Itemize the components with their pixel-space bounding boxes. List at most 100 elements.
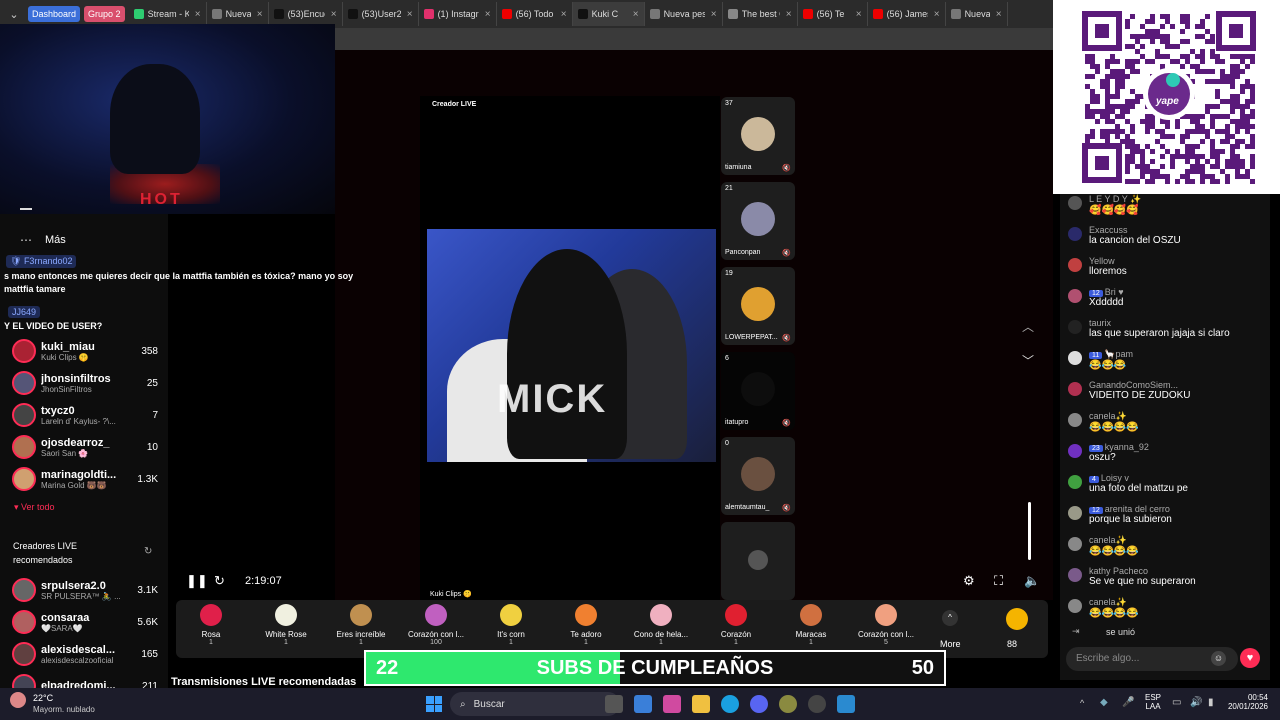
browser-tab[interactable]: Kuki C × [572,2,645,26]
gift-item[interactable]: Corazón 1 [701,604,771,646]
tab-group-grupo2[interactable]: Grupo 2 [84,6,125,22]
chat-username-line[interactable]: 11 🦙pam [1089,349,1133,360]
chat-avatar[interactable] [1068,258,1082,272]
gift-item[interactable]: It's corn 1 [476,604,546,646]
gift-item[interactable]: Maracas 1 [776,604,846,646]
chat-avatar[interactable] [1068,351,1082,365]
more-label[interactable]: Más [45,234,66,246]
more-dots-icon[interactable]: ⋯ [20,233,32,247]
guest-tile[interactable] [721,522,795,600]
browser-tab[interactable]: The best C × [723,2,798,26]
browser-tab[interactable]: Nueva pest × [207,2,269,26]
heart-icon[interactable]: ♥ [1240,648,1260,668]
chat-avatar[interactable] [1068,444,1082,458]
volume-icon[interactable]: 🔈 [1024,573,1040,589]
live-video[interactable]: MICK [427,229,716,462]
gift-item[interactable]: Eres increíble 1 [326,604,396,646]
chevron-up-icon[interactable]: ^ [942,610,958,626]
chat-avatar[interactable] [1068,382,1082,396]
chat-avatar[interactable] [1068,537,1082,551]
gift-item[interactable]: Rosa 1 [176,604,246,646]
volume-slider[interactable] [1028,502,1031,560]
browser-tab[interactable]: Nueva pest × [946,2,1008,26]
weather-temp[interactable]: 22°C [33,693,53,703]
task-view-icon[interactable] [605,695,623,713]
battery-icon[interactable]: ▮ [1208,697,1214,708]
guest-tile[interactable]: 6 itatupro 🔇 [721,352,795,430]
guest-tile[interactable]: 0 alemtaumtau_ 🔇 [721,437,795,515]
chat-avatar[interactable] [1068,227,1082,241]
recommended-creator-item[interactable]: srpulsera2.0 SR PULSERA™ 🚴 ... 3.1K [12,576,158,604]
tab-close-icon[interactable]: × [711,9,717,20]
browser-tab[interactable]: Nueva pest × [645,2,723,26]
obs-icon[interactable] [808,695,826,713]
tab-close-icon[interactable]: × [996,9,1002,20]
tab-close-icon[interactable]: × [331,9,337,20]
browser-tab[interactable]: (56) Todo T × [497,2,573,26]
gift-item[interactable]: Corazón con l... 5 [851,604,921,646]
microphone-icon[interactable]: 🎤 [1122,697,1134,708]
network-icon[interactable]: ▭ [1172,697,1181,708]
chat-username-line[interactable]: 23 kyanna_92 [1089,442,1149,452]
discord-icon[interactable] [750,695,768,713]
address-bar[interactable] [335,28,1053,50]
tab-close-icon[interactable]: × [786,9,792,20]
taskbar-search[interactable]: ⌕ Buscar [450,692,620,716]
followed-creator-item[interactable]: txycz0 Lareln d' Kaylus- ?\... 7 [12,401,158,429]
chat-avatar[interactable] [1068,568,1082,582]
guest-tile[interactable]: 37 tiamiuna 🔇 [721,97,795,175]
recommended-creator-item[interactable]: alexisdescal... alexisdescalzooficial 165 [12,640,158,668]
chevron-down-icon[interactable]: ﹀ [1022,352,1034,369]
emoji-icon[interactable]: ☺ [1211,651,1226,666]
coin-icon[interactable] [1006,608,1028,630]
clock[interactable]: 00:54 20/01/2026 [1225,693,1268,711]
browser-tab[interactable]: (56) Te × [798,2,868,26]
chat-avatar[interactable] [1068,599,1082,613]
chat-username-line[interactable]: canela✨ [1089,597,1139,608]
gift-item[interactable]: White Rose 1 [251,604,321,646]
weather-icon[interactable] [10,692,26,708]
chat-username-line[interactable]: GanandoComoSiem... [1089,380,1191,390]
tab-group-dashboard[interactable]: Dashboard [28,6,81,22]
chat-avatar[interactable] [1068,475,1082,489]
fullscreen-icon[interactable]: ⛶ [994,573,1003,589]
pause-icon[interactable]: ❚❚ [186,573,208,589]
gift-item[interactable]: Te adoro 1 [551,604,621,646]
volume-tray-icon[interactable]: 🔊 [1190,697,1202,708]
chat-username-line[interactable]: taurix [1089,318,1230,328]
tab-close-icon[interactable]: × [934,9,940,20]
language-indicator[interactable]: ESP LAA [1145,693,1161,711]
chat-username-line[interactable]: Exaccuss [1089,225,1181,235]
followed-creator-item[interactable]: ojosdearroz_ Saori San 🌸 10 [12,433,158,461]
chat-username-line[interactable]: 12 Bri ♥ [1089,287,1124,297]
followed-creator-item[interactable]: kuki_miau Kuki Clips 🤫 358 [12,337,158,365]
chat-avatar[interactable] [1068,413,1082,427]
store-icon[interactable] [634,695,652,713]
browser-tab[interactable]: (1) Instagra × [419,2,497,26]
tab-search-icon[interactable]: ⌄ [4,4,24,24]
app-icon-2[interactable] [837,695,855,713]
chat-username-line[interactable]: 4 Loisy v [1089,473,1188,483]
chat-avatar[interactable] [1068,196,1082,210]
chat-avatar[interactable] [1068,320,1082,334]
app-icon-1[interactable] [779,695,797,713]
tab-close-icon[interactable]: × [407,9,413,20]
browser-tab[interactable]: (53)Encuen × [269,2,343,26]
gift-item[interactable]: Corazón con l... 100 [401,604,471,646]
tab-close-icon[interactable]: × [195,9,201,20]
followed-creator-item[interactable]: marinagoldti... Marina Gold 🐻🐻 1.3K [12,465,158,493]
see-all-link[interactable]: ▾ Ver todo [14,502,55,513]
guest-tile[interactable]: 19 LOWERPEPAT... 🔇 [721,267,795,345]
browser-tab[interactable]: (56) James × [868,2,946,26]
gift-item[interactable]: Cono de hela... 1 [626,604,696,646]
chat-avatar[interactable] [1068,506,1082,520]
settings-icon[interactable]: ⚙ [963,573,975,589]
chat-username-line[interactable]: canela✨ [1089,411,1139,422]
followed-creator-item[interactable]: jhonsinfiltros JhonSinFiltros 25 [12,369,158,397]
tray-chevron-icon[interactable]: ^ [1080,698,1084,708]
copilot-icon[interactable] [663,695,681,713]
gift-more-label[interactable]: More [940,639,961,649]
recommended-creator-item[interactable]: consaraa 🤍SARA🤍 5.6K [12,608,158,636]
chat-username-line[interactable]: canela✨ [1089,535,1139,546]
chat-avatar[interactable] [1068,289,1082,303]
